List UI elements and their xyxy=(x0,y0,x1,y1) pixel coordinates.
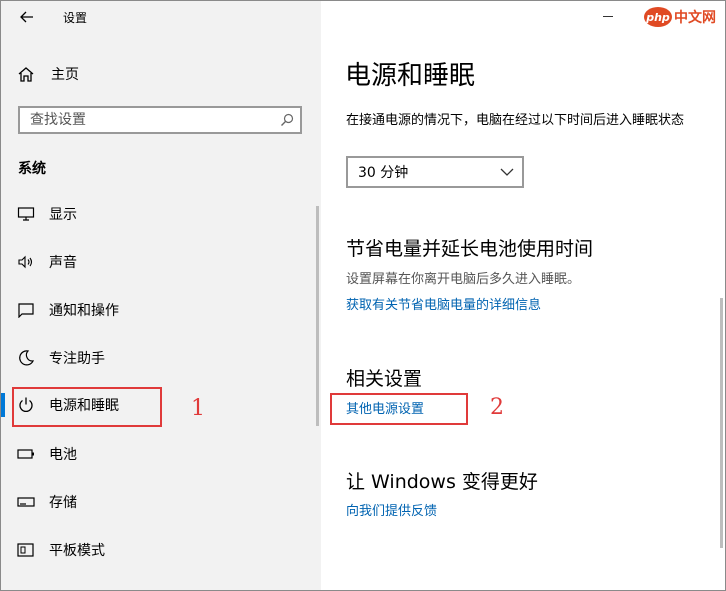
sidebar-item-label: 平板模式 xyxy=(49,543,105,559)
sidebar-item-label: 专注助手 xyxy=(49,351,105,367)
battery-icon xyxy=(16,444,36,464)
speaker-icon xyxy=(16,252,36,272)
sidebar-item-label: 声音 xyxy=(49,255,77,271)
search-icon[interactable] xyxy=(280,113,294,127)
window-title: 设置 xyxy=(63,11,88,25)
moon-icon xyxy=(16,348,36,368)
sidebar-item-home[interactable]: 主页 xyxy=(17,61,79,87)
annotation-box-2 xyxy=(330,393,468,425)
tablet-icon xyxy=(16,540,36,560)
minimize-button[interactable] xyxy=(603,16,613,17)
sidebar-item-label: 通知和操作 xyxy=(49,303,119,319)
search-input[interactable] xyxy=(20,108,270,132)
site-logo: php 中文网 xyxy=(644,3,724,31)
chevron-down-icon xyxy=(500,168,514,176)
feedback-heading: 让 Windows 变得更好 xyxy=(346,471,538,493)
annotation-label-1: 1 xyxy=(191,396,205,421)
sidebar-item-label: 存储 xyxy=(49,495,77,511)
storage-icon xyxy=(16,492,36,512)
notification-icon xyxy=(16,300,36,320)
logo-badge: php xyxy=(644,7,672,27)
annotation-label-2: 2 xyxy=(490,395,504,420)
section-heading-system: 系统 xyxy=(18,161,46,177)
home-label: 主页 xyxy=(51,67,79,83)
sidebar-item-battery[interactable]: 电池 xyxy=(1,434,311,474)
sidebar-scrollbar[interactable] xyxy=(316,206,319,426)
display-icon xyxy=(16,204,36,224)
give-feedback-link[interactable]: 向我们提供反馈 xyxy=(346,500,437,519)
sidebar-item-notifications[interactable]: 通知和操作 xyxy=(1,290,311,330)
search-box[interactable] xyxy=(18,106,302,134)
related-settings-heading: 相关设置 xyxy=(346,368,423,390)
page-title: 电源和睡眠 xyxy=(345,61,476,91)
sidebar-item-tablet-mode[interactable]: 平板模式 xyxy=(1,530,311,570)
home-icon xyxy=(18,66,34,82)
save-power-heading: 节省电量并延长电池使用时间 xyxy=(346,238,594,260)
logo-text: 中文网 xyxy=(674,10,716,26)
sleep-timeout-dropdown[interactable]: 30 分钟 xyxy=(346,156,524,188)
annotation-box-1 xyxy=(12,387,162,427)
back-arrow-icon xyxy=(20,11,33,23)
save-power-info-link[interactable]: 获取有关节省电脑电量的详细信息 xyxy=(346,294,541,313)
sidebar: 设置 主页 系统 显示 声音 xyxy=(1,1,321,590)
back-button[interactable] xyxy=(13,4,41,30)
save-power-description: 设置屏幕在你离开电脑后多久进入睡眠。 xyxy=(346,272,581,287)
sleep-description: 在接通电源的情况下，电脑在经过以下时间后进入睡眠状态 xyxy=(346,113,685,128)
sidebar-item-sound[interactable]: 声音 xyxy=(1,242,311,282)
sidebar-item-storage[interactable]: 存储 xyxy=(1,482,311,522)
settings-window: 设置 主页 系统 显示 声音 xyxy=(0,0,726,591)
sidebar-item-focus-assist[interactable]: 专注助手 xyxy=(1,338,311,378)
sidebar-item-label: 电池 xyxy=(49,447,77,463)
sidebar-item-label: 显示 xyxy=(49,207,77,223)
main-scrollbar[interactable] xyxy=(720,298,723,548)
dropdown-selected-value: 30 分钟 xyxy=(358,165,409,181)
sidebar-item-display[interactable]: 显示 xyxy=(1,194,311,234)
